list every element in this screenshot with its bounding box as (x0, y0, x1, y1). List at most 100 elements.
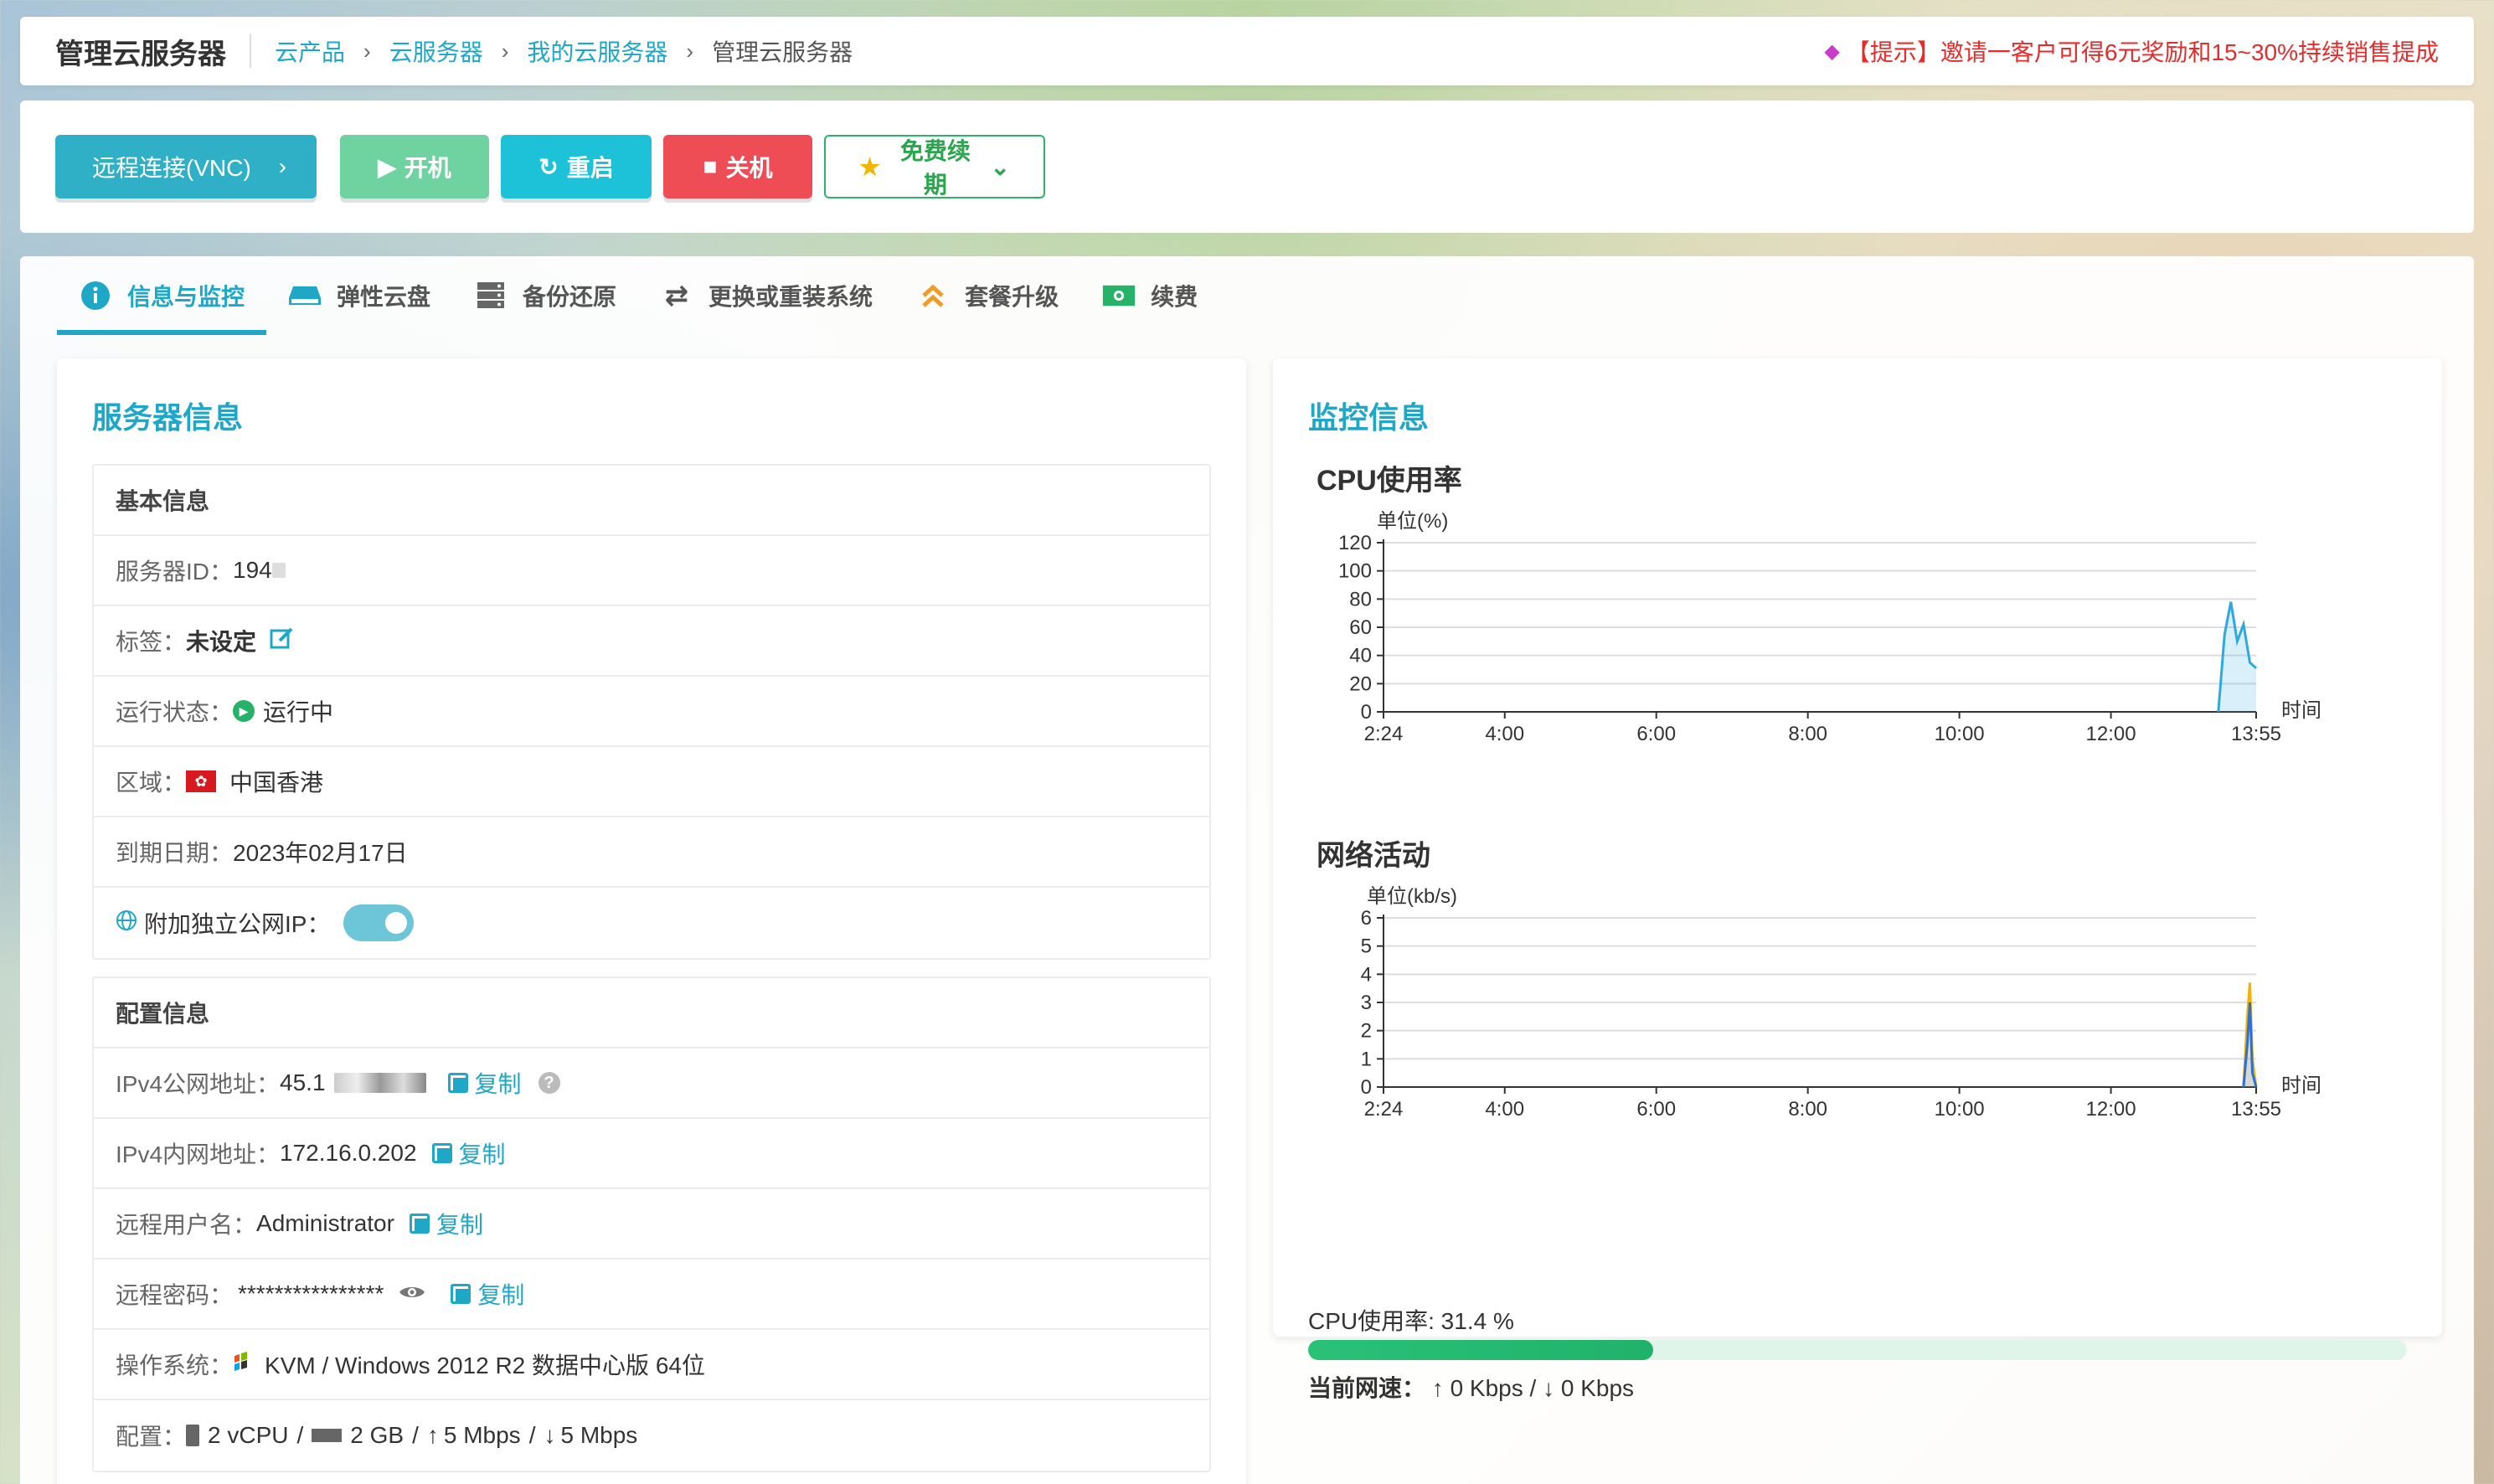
restart-button[interactable]: ↻ 重启 (501, 135, 652, 198)
tab-backup[interactable]: 备份还原 (452, 256, 638, 335)
config-info-group: 配置信息 IPv4公网地址： 45.1 复制 ? IPv4内网地址： 172.1… (92, 976, 1211, 1472)
copy-label: 复制 (435, 1212, 483, 1238)
copy-remote-password-button[interactable]: 复制 (451, 1277, 524, 1311)
ipv4-public-label: IPv4公网地址： (116, 1071, 281, 1097)
x-axis-label: 时间 (2281, 699, 2321, 722)
tab-renewal[interactable]: 续费 (1080, 256, 1219, 335)
hong-kong-flag-icon: ✿ (186, 770, 217, 792)
server-icon (474, 282, 508, 309)
tab-info-monitor[interactable]: 信息与监控 (57, 256, 267, 335)
server-info-card: 服务器信息 基本信息 服务器ID： 194 标签： 未设定 运行状态： ▶ 运行… (57, 358, 1246, 1484)
status-label: 运行状态： (116, 699, 234, 725)
arrow-down-icon: ↓ (544, 1422, 556, 1448)
spec-row: 配置： 2 vCPU / 2 GB / ↑ 5 Mbps / ↓ 5 Mbps (94, 1400, 1209, 1471)
shutdown-button[interactable]: ■ 关机 (663, 135, 812, 198)
tab-upgrade[interactable]: 套餐升级 (894, 256, 1080, 335)
remote-password-row: 远程密码： **************** 复制 (94, 1260, 1209, 1330)
remote-user-label: 远程用户名： (116, 1212, 257, 1238)
refresh-icon: ↻ (538, 153, 559, 180)
cpu-chip-icon (186, 1425, 200, 1446)
public-ip-label: 附加独立公网IP： (144, 911, 331, 937)
shutdown-button-label: 关机 (725, 155, 773, 181)
tab-label: 弹性云盘 (337, 284, 431, 310)
tab-elastic-disk[interactable]: 弹性云盘 (266, 256, 452, 335)
x-tick-label: 12:00 (2086, 1098, 2136, 1119)
y-tick-label: 5 (1361, 935, 1372, 958)
play-icon: ▶ (378, 153, 396, 180)
x-tick-label: 13:55 (2231, 723, 2281, 744)
x-tick-label: 12:00 (2086, 723, 2136, 744)
copy-icon (451, 1284, 471, 1304)
tab-reinstall-os[interactable]: ⇄ 更换或重装系统 (638, 256, 894, 335)
y-tick-label: 80 (1349, 588, 1372, 611)
spec-vcpu: 2 vCPU (208, 1422, 289, 1448)
slash: / (412, 1422, 419, 1448)
tag-row: 标签： 未设定 (94, 606, 1209, 677)
start-button[interactable]: ▶ 开机 (340, 135, 489, 198)
copy-remote-user-button[interactable]: 复制 (409, 1207, 483, 1240)
x-tick-label: 6:00 (1636, 723, 1676, 744)
breadcrumb-current: 管理云服务器 (712, 39, 853, 65)
public-ip-row: 附加独立公网IP： (94, 888, 1209, 958)
x-tick-label: 4:00 (1485, 1098, 1524, 1119)
info-icon (79, 281, 112, 310)
region-value: 中国香港 (229, 770, 324, 796)
edit-icon[interactable] (270, 626, 295, 657)
expire-row: 到期日期： 2023年02月17日 (94, 817, 1209, 888)
y-tick-label: 100 (1338, 560, 1372, 583)
network-activity-chart: 0 1 2 3 4 5 6 2:241/17 4:00 6:00 8:00 10:00 12:00 13:… (1361, 907, 2321, 1119)
start-button-label: 开机 (404, 155, 451, 181)
breadcrumb-cloud-server[interactable]: 云服务器 (389, 34, 483, 68)
remote-password-value: **************** (238, 1280, 384, 1306)
spec-ram: 2 GB (350, 1422, 405, 1448)
x-tick-label: 13:55 (2231, 1098, 2281, 1119)
help-icon[interactable]: ? (538, 1072, 560, 1094)
os-label: 操作系统： (116, 1353, 234, 1378)
slash: / (528, 1422, 536, 1448)
server-id-value: 194 (233, 557, 272, 583)
breadcrumb-cloud-products[interactable]: 云产品 (275, 34, 345, 68)
arrow-up-icon: ↑ (1431, 1375, 1444, 1401)
tab-label: 续费 (1151, 284, 1198, 310)
slash: / (296, 1422, 304, 1448)
slash: / (1529, 1375, 1543, 1401)
cpu-usage-chart: 0 20 40 60 80 100 120 2:241/17 4:00 6:00 8:00 10:00… (1338, 532, 2321, 744)
chevron-right-icon: › (501, 38, 509, 64)
chevron-right-icon: › (278, 153, 286, 179)
windows-logo-icon (233, 1351, 258, 1378)
status-row: 运行状态： ▶ 运行中 (94, 677, 1209, 747)
vnc-button[interactable]: 远程连接(VNC) › (55, 135, 317, 198)
promo-notice[interactable]: ◆ 【提示】邀请一客户可得6元奖励和15~30%持续销售提成 (1824, 34, 2439, 68)
public-ip-toggle[interactable] (343, 904, 415, 941)
disk-icon (288, 282, 322, 309)
server-id-label: 服务器ID： (116, 559, 234, 585)
free-renew-dropdown[interactable]: ★ 免费续期 ⌄ (824, 135, 1045, 198)
eye-icon[interactable] (399, 1280, 425, 1307)
redacted-mask (333, 1073, 426, 1093)
tab-label: 更换或重装系统 (709, 284, 873, 310)
expire-label: 到期日期： (116, 840, 234, 866)
arrow-up-icon: ↑ (426, 1422, 439, 1448)
tab-label: 套餐升级 (965, 284, 1059, 310)
tab-label: 信息与监控 (127, 284, 245, 310)
basic-info-group: 基本信息 服务器ID： 194 标签： 未设定 运行状态： ▶ 运行中 区域： … (92, 464, 1211, 960)
redacted-mask (271, 563, 286, 578)
config-info-header: 配置信息 (94, 978, 1209, 1049)
remote-user-row: 远程用户名： Administrator 复制 (94, 1189, 1209, 1260)
chevron-down-icon: ⌄ (990, 153, 1010, 180)
copy-ipv4-public-button[interactable]: 复制 (447, 1066, 522, 1100)
star-icon: ★ (859, 153, 881, 180)
copy-ipv4-private-button[interactable]: 复制 (431, 1136, 506, 1170)
basic-info-header: 基本信息 (94, 466, 1209, 536)
monitor-card: 监控信息 CPU使用率 单位(%) 0204060801001202:241/1… (1273, 358, 2442, 1401)
x-tick-label: 8:00 (1788, 723, 1827, 744)
action-bar: 远程连接(VNC) › ▶ 开机 ↻ 重启 ■ 关机 ★ 免费续期 ⌄ (20, 100, 2474, 233)
spec-down: 5 Mbps (560, 1422, 638, 1448)
free-renew-label: 免费续期 (899, 138, 971, 198)
copy-icon (431, 1143, 452, 1163)
breadcrumb-my-servers[interactable]: 我的云服务器 (527, 34, 667, 68)
x-tick-label: 1/17 (1364, 1118, 1404, 1119)
x-tick-label: 2:24 (1364, 1098, 1404, 1119)
x-tick-label: 10:00 (1935, 723, 1985, 744)
network-chart-title: 网络活动 (1317, 840, 1430, 872)
